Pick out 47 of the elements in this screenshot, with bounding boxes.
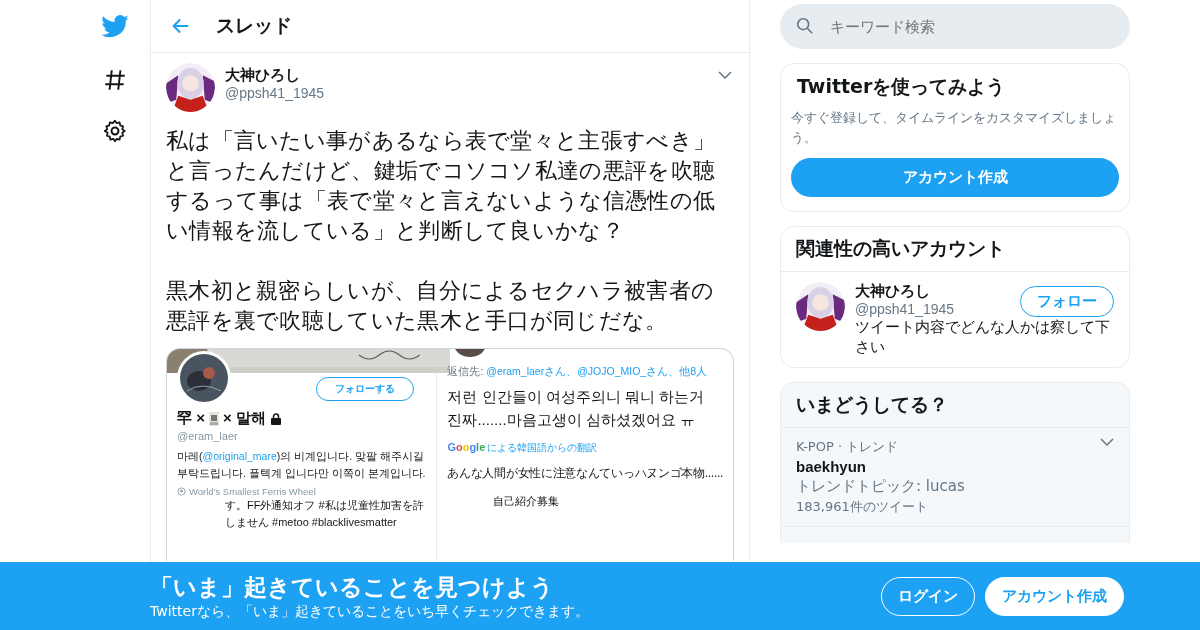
- profile-location: World's Smallest Ferris Wheel: [189, 486, 316, 497]
- reply-to-text: 返信先: @eram_laerさん、@JOJO_MIO_さん、他8人: [447, 364, 708, 379]
- mention-link[interactable]: @eram_laerさん、@JOJO_MIO_さん、他8人: [486, 365, 707, 377]
- author-name[interactable]: 大神ひろし: [225, 66, 325, 85]
- tweet-count: 183,961件のツイート: [796, 498, 929, 516]
- settings-icon[interactable]: [102, 118, 128, 144]
- profile-bio: 마레(@original_mare)의 비계입니다. 맞팔 해주시길 부탁드립니다. 플텍계 입니다만 이쪽이 본계입니다.: [177, 449, 427, 481]
- trend-context: K-POP · トレンド: [796, 438, 900, 456]
- card-title: Twitterを使ってみよう: [796, 74, 1007, 99]
- chevron-down-icon[interactable]: [718, 71, 732, 79]
- trend-item[interactable]: K-POP · トレンド baekhyun トレンドトピック: lucas 183,961件のツイート: [781, 428, 1129, 527]
- signup-button[interactable]: アカウント作成: [791, 158, 1119, 197]
- signup-button[interactable]: アカウント作成: [985, 576, 1124, 616]
- banner-title: 「いま」起きていることを見つけよう: [150, 572, 555, 602]
- trend-topic: トレンドトピック: lucas: [796, 477, 965, 496]
- card-title: いまどうしてる？: [781, 383, 1129, 428]
- card-title: 関連性の高いアカウント: [781, 227, 1129, 272]
- account-bio: ツイート内容でどんな人かは察して下さい: [855, 317, 1111, 357]
- avatar[interactable]: [166, 63, 215, 112]
- search-field[interactable]: キーワード検索: [780, 4, 1130, 49]
- location-pin-icon: [177, 487, 186, 496]
- lock-icon: [269, 412, 282, 425]
- tweet-text: 黒木初と親密らしいが、自分によるセクハラ被害者の悪評を裏で吹聴していた黒木と手口が同じだな。: [166, 277, 716, 335]
- google-logo: Google: [447, 441, 486, 453]
- avatar[interactable]: [796, 282, 845, 331]
- translation-text: あんな人間が女性に注意なんていっハヌンゴ本物......: [447, 465, 723, 482]
- chevron-down-icon[interactable]: [1100, 438, 1114, 446]
- profile-bio: 自己紹介募集: [492, 494, 561, 509]
- profile-bio: す。FF外通知オフ #私は児童性加害を許しません #metoo #blacklivesmatter: [224, 498, 425, 530]
- profile-name: × 말해: [222, 409, 266, 428]
- hashtag-icon[interactable]: [102, 67, 128, 93]
- profile-handle: @eram_laer: [177, 430, 239, 442]
- profile-name: 罕 ×: [177, 409, 205, 428]
- account-handle[interactable]: @ppsh41_1945: [855, 301, 955, 317]
- author-handle[interactable]: @ppsh41_1945: [225, 85, 325, 101]
- card-text: 今すぐ登録して、タイムラインをカスタマイズしましょう。: [791, 109, 1117, 147]
- page-title: スレッド: [216, 13, 292, 38]
- mention-link[interactable]: @original_mare: [202, 450, 277, 462]
- banner-subtitle: Twitterなら、「いま」起きていることをいち早くチェックできます。: [150, 602, 590, 621]
- search-icon: [796, 17, 814, 35]
- reply-text: 저런 인간들이 여성주의니 뭐니 하는거 진짜.......마음고생이 심하셨겠어요 ㅠ: [447, 387, 706, 430]
- tweet-text: 私は「言いたい事があるなら表で堂々と主張すべき」と言ったんだけど、鍵垢でコソコソ私達の悪評を吹聴するって事は「表で堂々と言えないような信憑性の低い情報を流している」と判断して良いかな？: [166, 127, 717, 245]
- trend-name: baekhyun: [796, 458, 868, 475]
- translate-link[interactable]: による韓国語からの翻訳: [487, 442, 598, 455]
- tweet-image[interactable]: [166, 348, 734, 561]
- follow-button[interactable]: フォロー: [1020, 286, 1114, 317]
- account-name[interactable]: 大神ひろし: [855, 282, 955, 301]
